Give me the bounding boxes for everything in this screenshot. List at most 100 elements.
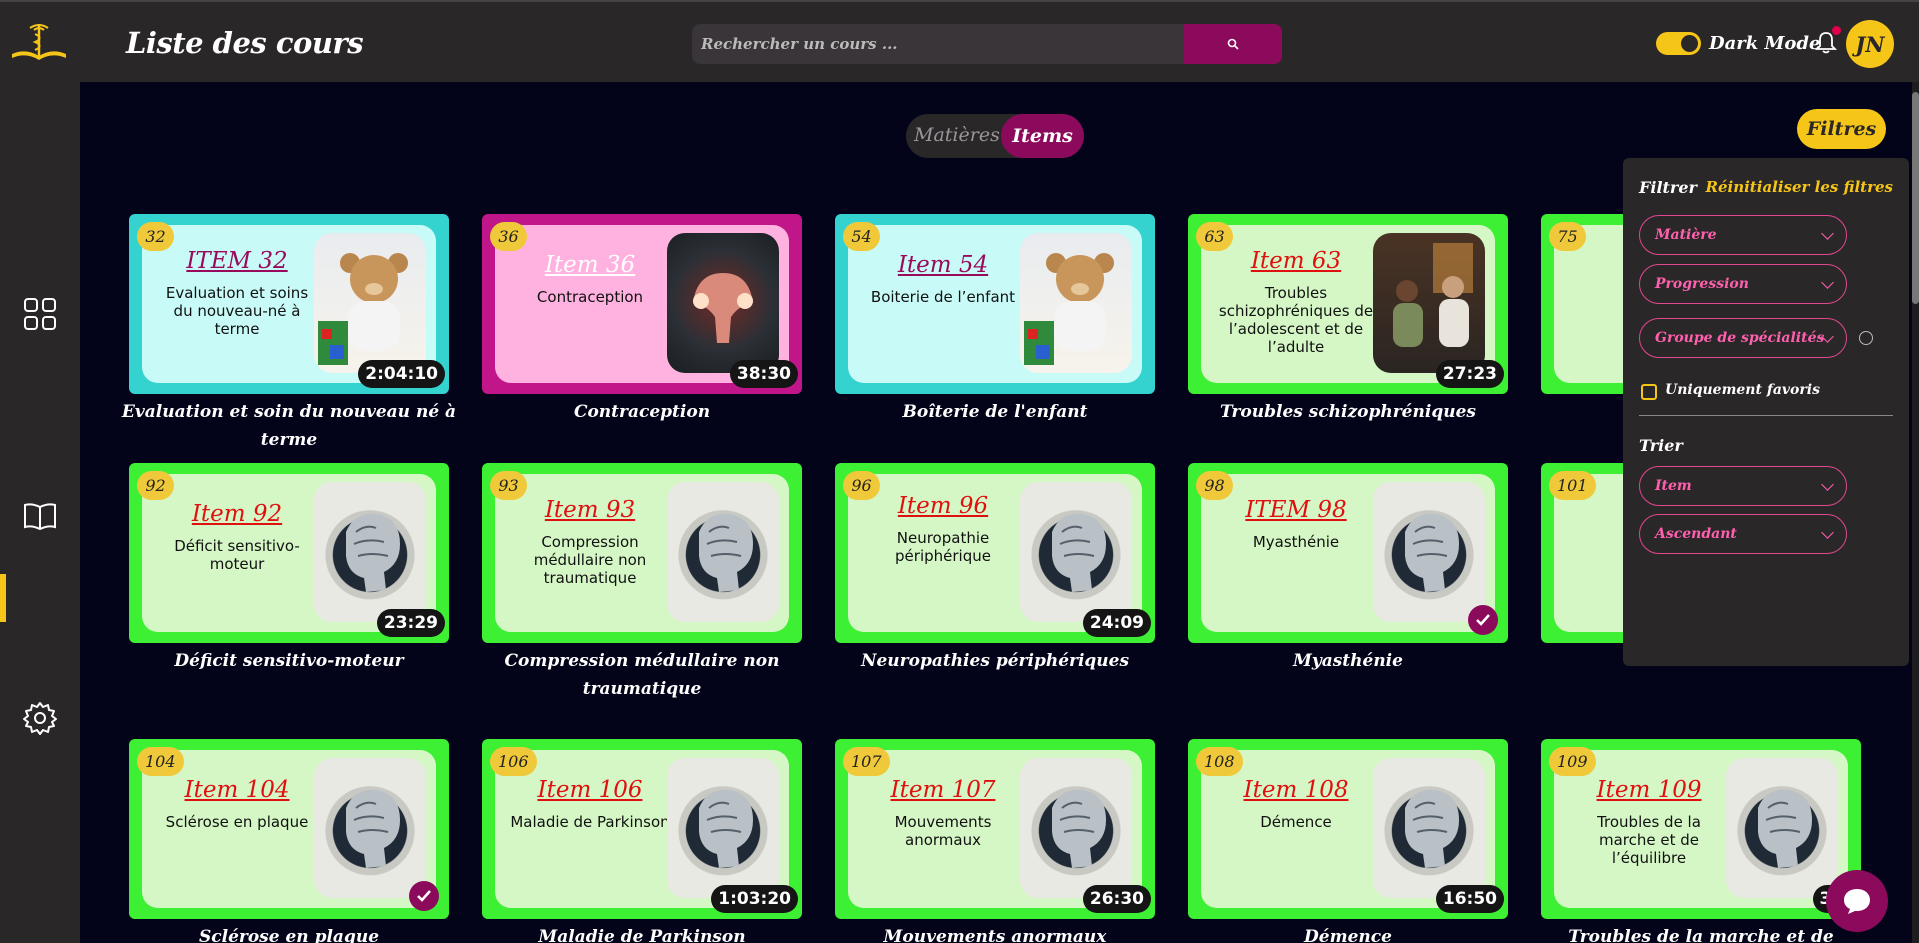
course-card[interactable]: 36 Item 36 Contraception 38:30 <box>482 214 802 394</box>
favorites-label: Uniquement favoris <box>1665 382 1820 398</box>
course-caption[interactable]: Déficit sensitivo-moteur <box>109 647 469 675</box>
progression-select-value: Progression <box>1655 276 1749 292</box>
top-bar: Liste des cours Dark Mode JN <box>0 0 1919 82</box>
search-input[interactable] <box>692 24 1182 64</box>
tab-items[interactable]: Items <box>1001 114 1084 158</box>
course-card[interactable]: 106 Item 106 Maladie de Parkinson 1:03:20 <box>482 739 802 919</box>
course-caption[interactable]: Compression médullaire non traumatique <box>462 647 822 703</box>
chevron-down-icon <box>1821 227 1834 240</box>
course-caption[interactable]: Boîterie de l'enfant <box>815 398 1175 426</box>
completed-check-icon <box>409 881 439 911</box>
dark-mode-label: Dark Mode <box>1709 33 1821 54</box>
course-card[interactable]: 63 Item 63 Troubles schizophréniques de l’… <box>1188 214 1508 394</box>
course-card[interactable]: 32 ITEM 32 Evaluation et soins du nouveau-… <box>129 214 449 394</box>
reset-filters-link[interactable]: Réinitialiser les filtres <box>1706 178 1894 196</box>
course-card[interactable]: 92 Item 92 Déficit sensitivo-moteur 23:29 <box>129 463 449 643</box>
brain-thumbnail <box>667 758 779 898</box>
duration-badge: 1:03:20 <box>711 885 798 913</box>
item-number-badge: 98 <box>1196 471 1233 500</box>
sort-order-select[interactable]: Ascendant <box>1639 514 1847 554</box>
brain-thumbnail <box>314 758 426 898</box>
book-icon[interactable] <box>22 498 58 534</box>
sort-title: Trier <box>1639 436 1683 455</box>
item-number-badge: 107 <box>843 747 890 776</box>
sort-by-select[interactable]: Item <box>1639 466 1847 506</box>
gear-icon[interactable] <box>22 700 58 736</box>
course-caption[interactable]: Sclérose en plaque <box>109 923 469 943</box>
card-subtitle: Troubles de la marche et de l’équilibre <box>1597 813 1701 867</box>
course-card[interactable]: 107 Item 107 Mouvements anormaux 26:30 <box>835 739 1155 919</box>
tab-subjects[interactable]: Matières <box>914 124 1000 146</box>
course-card[interactable]: 93 Item 93 Compression médullaire non trau… <box>482 463 802 643</box>
course-caption[interactable]: Evaluation et soin du nouveau né à terme <box>109 398 469 454</box>
card-subtitle: Mouvements anormaux <box>894 813 992 849</box>
course-card[interactable]: 54 Item 54 Boiterie de l’enfant <box>835 214 1155 394</box>
filters-button[interactable]: Filtres <box>1797 109 1886 149</box>
duration-badge: 23:29 <box>376 609 445 637</box>
card-subtitle: Troubles schizophréniques de l’adolescen… <box>1218 284 1374 356</box>
active-indicator <box>0 574 6 622</box>
course-card[interactable]: 104 Item 104 Sclérose en plaque <box>129 739 449 919</box>
item-number-badge: 104 <box>137 747 184 776</box>
brain-thumbnail <box>1726 758 1838 898</box>
search-button[interactable] <box>1184 24 1282 64</box>
course-card[interactable]: 109 Item 109 Troubles de la marche et de l… <box>1541 739 1861 919</box>
card-subtitle: Contraception <box>536 288 644 306</box>
item-number-badge: 109 <box>1549 747 1596 776</box>
card-subtitle: Déficit sensitivo-moteur <box>174 537 300 573</box>
sort-by-value: Item <box>1655 478 1692 494</box>
course-caption[interactable]: Myasthénie <box>1168 647 1528 675</box>
course-card[interactable]: 96 Item 96 Neuropathie périphérique 24:09 <box>835 463 1155 643</box>
subject-select-value: Matière <box>1655 227 1717 243</box>
teddy-thumbnail <box>314 233 426 373</box>
chat-icon <box>1844 889 1870 914</box>
brain-thumbnail <box>1373 482 1485 622</box>
specialty-group-select[interactable]: Groupe de spécialités <box>1639 318 1847 358</box>
card-subtitle: Myasthénie <box>1252 533 1340 551</box>
chat-button[interactable] <box>1826 870 1888 932</box>
progression-select[interactable]: Progression <box>1639 264 1847 304</box>
course-caption[interactable]: Démence <box>1168 923 1528 943</box>
course-caption[interactable]: Neuropathies périphériques <box>815 647 1175 675</box>
card-title: Item 109 <box>1596 777 1702 803</box>
card-title: Item 36 <box>544 252 636 278</box>
card-title: ITEM 98 <box>1245 497 1347 523</box>
item-number-badge: 36 <box>490 222 527 251</box>
avatar[interactable]: JN <box>1846 20 1894 68</box>
course-caption[interactable]: Troubles schizophréniques <box>1168 398 1528 426</box>
item-number-badge: 93 <box>490 471 527 500</box>
dark-mode-toggle[interactable] <box>1656 32 1701 55</box>
filter-title: Filtrer <box>1639 178 1697 197</box>
card-title: Item 54 <box>897 252 989 278</box>
brain-thumbnail <box>1020 758 1132 898</box>
course-caption[interactable]: Contraception <box>462 398 822 426</box>
card-subtitle: Maladie de Parkinson <box>510 813 670 831</box>
card-title: Item 93 <box>544 497 636 523</box>
course-card[interactable]: 108 Item 108 Démence 16:50 <box>1188 739 1508 919</box>
sort-order-value: Ascendant <box>1655 526 1737 542</box>
course-caption[interactable]: Troubles de la marche et de l'équilibre <box>1521 923 1881 943</box>
course-caption[interactable]: Mouvements anormaux <box>815 923 1175 943</box>
divider <box>1639 415 1893 416</box>
course-card[interactable]: 98 ITEM 98 Myasthénie <box>1188 463 1508 643</box>
search-bar <box>692 24 1282 64</box>
brain-thumbnail <box>1020 482 1132 622</box>
subject-select[interactable]: Matière <box>1639 215 1847 255</box>
course-caption[interactable]: Maladie de Parkinson <box>462 923 822 943</box>
card-subtitle: Démence <box>1260 813 1332 831</box>
grid-icon[interactable] <box>22 296 58 332</box>
specialty-group-value: Groupe de spécialités <box>1655 330 1825 346</box>
item-number-badge: 101 <box>1549 471 1596 500</box>
search-icon <box>1227 38 1239 50</box>
item-number-badge: 63 <box>1196 222 1233 251</box>
item-number-badge: 32 <box>137 222 174 251</box>
scrollbar-thumb[interactable] <box>1912 92 1919 304</box>
page-title: Liste des cours <box>126 26 364 60</box>
info-icon[interactable] <box>1859 331 1873 345</box>
favorites-checkbox[interactable] <box>1641 384 1657 400</box>
caduceus-book-logo[interactable] <box>8 20 70 64</box>
item-number-badge: 75 <box>1549 222 1586 251</box>
card-title: Item 106 <box>537 777 643 803</box>
view-switch: Matières Items <box>906 114 1084 158</box>
uterus-thumbnail <box>667 233 779 373</box>
